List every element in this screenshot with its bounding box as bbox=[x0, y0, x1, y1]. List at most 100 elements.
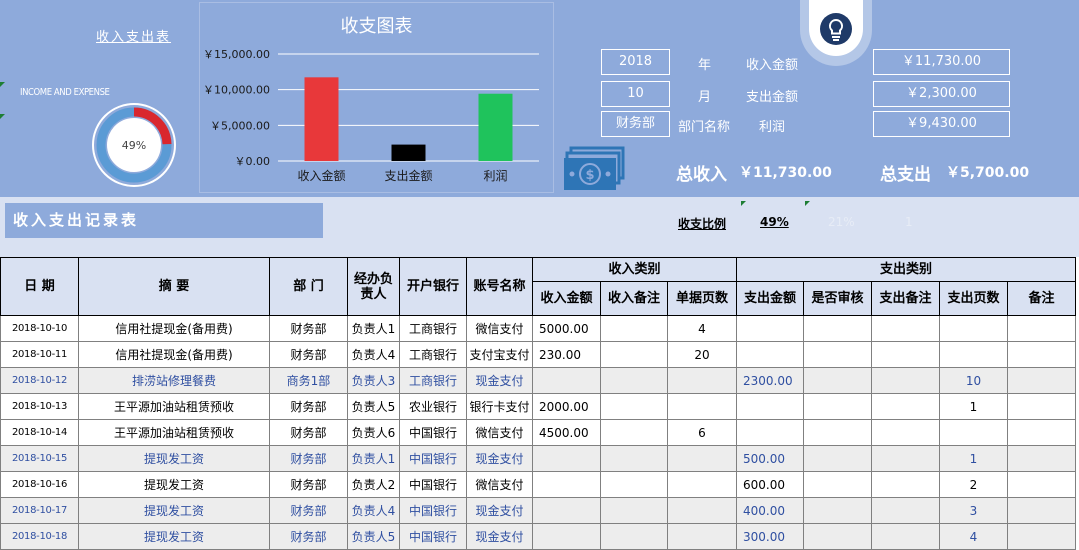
cell-summary[interactable]: 提现发工资 bbox=[78, 523, 270, 550]
cell-expense-note[interactable] bbox=[871, 393, 940, 420]
cell-expense-amount[interactable] bbox=[736, 393, 804, 420]
col-income-pages[interactable]: 单据页数 bbox=[667, 281, 737, 316]
cell-dept[interactable]: 财务部 bbox=[269, 445, 348, 472]
col-group-expense[interactable]: 支出类别 bbox=[736, 257, 1076, 282]
cell-account[interactable]: 支付宝支付 bbox=[466, 341, 533, 368]
cell-expense-note[interactable] bbox=[871, 497, 940, 524]
col-dept[interactable]: 部 门 bbox=[269, 257, 348, 316]
cell-expense-pages[interactable]: 2 bbox=[939, 471, 1008, 498]
month-field[interactable]: 10 bbox=[601, 81, 670, 107]
cell-income-amount[interactable]: 5000.00 bbox=[532, 315, 601, 342]
cell-account[interactable]: 微信支付 bbox=[466, 419, 533, 446]
cell-income-note[interactable] bbox=[600, 523, 668, 550]
cell-income-amount[interactable]: 2000.00 bbox=[532, 393, 601, 420]
col-expense-pages[interactable]: 支出页数 bbox=[939, 281, 1008, 316]
cell-account[interactable]: 现金支付 bbox=[466, 523, 533, 550]
cell-income-amount[interactable]: 230.00 bbox=[532, 341, 601, 368]
cell-expense-amount[interactable] bbox=[736, 341, 804, 368]
cell-audited[interactable] bbox=[803, 419, 872, 446]
cell-audited[interactable] bbox=[803, 471, 872, 498]
cell-date[interactable]: 2018-10-16 bbox=[0, 471, 79, 498]
table-row[interactable]: 2018-10-16 提现发工资 财务部 负责人2 中国银行 微信支付 600.00 2 bbox=[0, 471, 1076, 498]
cell-handler[interactable]: 负责人4 bbox=[347, 341, 400, 368]
cell-audited[interactable] bbox=[803, 367, 872, 394]
cell-expense-amount[interactable]: 500.00 bbox=[736, 445, 804, 472]
table-row[interactable]: 2018-10-17 提现发工资 财务部 负责人4 中国银行 现金支付 400.00 3 bbox=[0, 497, 1076, 524]
cell-note[interactable] bbox=[1007, 419, 1076, 446]
cell-account[interactable]: 微信支付 bbox=[466, 315, 533, 342]
cell-audited[interactable] bbox=[803, 393, 872, 420]
cell-date[interactable]: 2018-10-18 bbox=[0, 523, 79, 550]
cell-date[interactable]: 2018-10-13 bbox=[0, 393, 79, 420]
cell-audited[interactable] bbox=[803, 497, 872, 524]
cell-audited[interactable] bbox=[803, 315, 872, 342]
cell-bank[interactable]: 工商银行 bbox=[399, 341, 467, 368]
cell-handler[interactable]: 负责人5 bbox=[347, 393, 400, 420]
cell-expense-amount[interactable] bbox=[736, 419, 804, 446]
cell-expense-pages[interactable]: 10 bbox=[939, 367, 1008, 394]
cell-bank[interactable]: 中国银行 bbox=[399, 523, 467, 550]
cell-dept[interactable]: 财务部 bbox=[269, 315, 348, 342]
cell-income-pages[interactable] bbox=[667, 471, 737, 498]
cell-bank[interactable]: 中国银行 bbox=[399, 419, 467, 446]
cell-audited[interactable] bbox=[803, 445, 872, 472]
cell-account[interactable]: 现金支付 bbox=[466, 445, 533, 472]
cell-note[interactable] bbox=[1007, 445, 1076, 472]
cell-summary[interactable]: 信用社提现金(备用费) bbox=[78, 341, 270, 368]
cell-income-pages[interactable] bbox=[667, 393, 737, 420]
cell-dept[interactable]: 财务部 bbox=[269, 341, 348, 368]
cell-dept[interactable]: 财务部 bbox=[269, 497, 348, 524]
cell-dept[interactable]: 财务部 bbox=[269, 523, 348, 550]
cell-date[interactable]: 2018-10-10 bbox=[0, 315, 79, 342]
cell-income-note[interactable] bbox=[600, 471, 668, 498]
cell-income-amount[interactable] bbox=[532, 523, 601, 550]
cell-income-pages[interactable]: 20 bbox=[667, 341, 737, 368]
cell-expense-amount[interactable] bbox=[736, 315, 804, 342]
table-row[interactable]: 2018-10-14 王平源加油站租赁预收 财务部 负责人6 中国银行 微信支付 4500.… bbox=[0, 419, 1076, 446]
cell-dept[interactable]: 财务部 bbox=[269, 419, 348, 446]
cell-expense-amount[interactable]: 400.00 bbox=[736, 497, 804, 524]
col-account[interactable]: 账号名称 bbox=[466, 257, 533, 316]
cell-expense-amount[interactable]: 600.00 bbox=[736, 471, 804, 498]
col-audited[interactable]: 是否审核 bbox=[803, 281, 872, 316]
cell-income-pages[interactable] bbox=[667, 367, 737, 394]
cell-note[interactable] bbox=[1007, 471, 1076, 498]
cell-expense-pages[interactable] bbox=[939, 315, 1008, 342]
cell-audited[interactable] bbox=[803, 523, 872, 550]
cell-income-amount[interactable] bbox=[532, 471, 601, 498]
cell-expense-note[interactable] bbox=[871, 315, 940, 342]
cell-bank[interactable]: 农业银行 bbox=[399, 393, 467, 420]
cell-handler[interactable]: 负责人5 bbox=[347, 523, 400, 550]
cell-account[interactable]: 微信支付 bbox=[466, 471, 533, 498]
col-date[interactable]: 日 期 bbox=[0, 257, 79, 316]
cell-expense-note[interactable] bbox=[871, 367, 940, 394]
cell-note[interactable] bbox=[1007, 341, 1076, 368]
cell-date[interactable]: 2018-10-17 bbox=[0, 497, 79, 524]
col-income-note[interactable]: 收入备注 bbox=[600, 281, 668, 316]
cell-note[interactable] bbox=[1007, 367, 1076, 394]
cell-income-note[interactable] bbox=[600, 497, 668, 524]
cell-bank[interactable]: 中国银行 bbox=[399, 471, 467, 498]
cell-expense-amount[interactable]: 2300.00 bbox=[736, 367, 804, 394]
cell-income-pages[interactable]: 6 bbox=[667, 419, 737, 446]
cell-bank[interactable]: 工商银行 bbox=[399, 315, 467, 342]
cell-audited[interactable] bbox=[803, 341, 872, 368]
cell-summary[interactable]: 信用社提现金(备用费) bbox=[78, 315, 270, 342]
cell-income-note[interactable] bbox=[600, 315, 668, 342]
cell-expense-note[interactable] bbox=[871, 341, 940, 368]
cell-handler[interactable]: 负责人1 bbox=[347, 315, 400, 342]
cell-note[interactable] bbox=[1007, 315, 1076, 342]
cell-income-amount[interactable]: 4500.00 bbox=[532, 419, 601, 446]
col-expense-amount[interactable]: 支出金额 bbox=[736, 281, 804, 316]
cell-date[interactable]: 2018-10-11 bbox=[0, 341, 79, 368]
cell-summary[interactable]: 排涝站修理餐费 bbox=[78, 367, 270, 394]
year-field[interactable]: 2018 bbox=[601, 49, 670, 75]
cell-expense-pages[interactable] bbox=[939, 419, 1008, 446]
cell-summary[interactable]: 提现发工资 bbox=[78, 497, 270, 524]
cell-summary[interactable]: 提现发工资 bbox=[78, 445, 270, 472]
cell-income-note[interactable] bbox=[600, 341, 668, 368]
cell-expense-pages[interactable]: 1 bbox=[939, 445, 1008, 472]
col-handler[interactable]: 经办负责人 bbox=[347, 257, 400, 316]
cell-account[interactable]: 现金支付 bbox=[466, 367, 533, 394]
cell-account[interactable]: 现金支付 bbox=[466, 497, 533, 524]
